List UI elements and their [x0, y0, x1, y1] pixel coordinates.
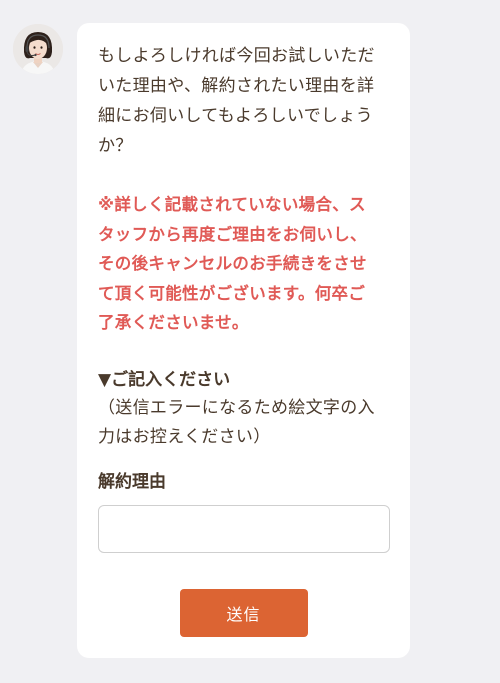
warning-line: ※詳しく記載されていない場合、ス: [98, 195, 366, 214]
submit-button[interactable]: 送信: [179, 588, 308, 637]
message-line: いた理由や、解約されたい理由を詳: [98, 76, 375, 96]
warning-notice: ※詳しく記載されていない場合、ス タッフから再度ご理由をお伺いし、 その後キャン…: [98, 190, 389, 338]
message-line: か？: [98, 136, 133, 156]
message-line: 細にお伺いしてもよろしいでしょう: [98, 106, 373, 126]
warning-line: て頂く可能性がございます。何卒ご: [98, 283, 366, 303]
cancel-reason-input[interactable]: [98, 504, 390, 553]
message-line: もしよろしければ今回お試しいただ: [98, 46, 375, 66]
instruction-heading: ▼ご記入ください: [98, 369, 231, 390]
instruction-note-line: （送信エラーになるため絵文字の入: [98, 397, 375, 418]
warning-line: その後キャンセルのお手続きをさせ: [98, 254, 367, 273]
operator-avatar-image: [13, 24, 63, 74]
warning-line: タッフから再度ご理由をお伺いし、: [98, 224, 367, 244]
instruction-note-line: 力はお控えください）: [98, 426, 271, 447]
question-message: もしよろしければ今回お試しいただ いた理由や、解約されたい理由を詳 細にお伺いし…: [98, 41, 389, 161]
warning-line: 了承くださいませ。: [98, 313, 249, 332]
instruction-note: （送信エラーになるため絵文字の入 力はお控えください）: [98, 394, 389, 452]
chat-bubble-card: もしよろしければ今回お試しいただ いた理由や、解約されたい理由を詳 細にお伺いし…: [77, 23, 410, 658]
operator-avatar-icon: [13, 24, 63, 74]
cancel-reason-label: 解約理由: [98, 471, 166, 492]
